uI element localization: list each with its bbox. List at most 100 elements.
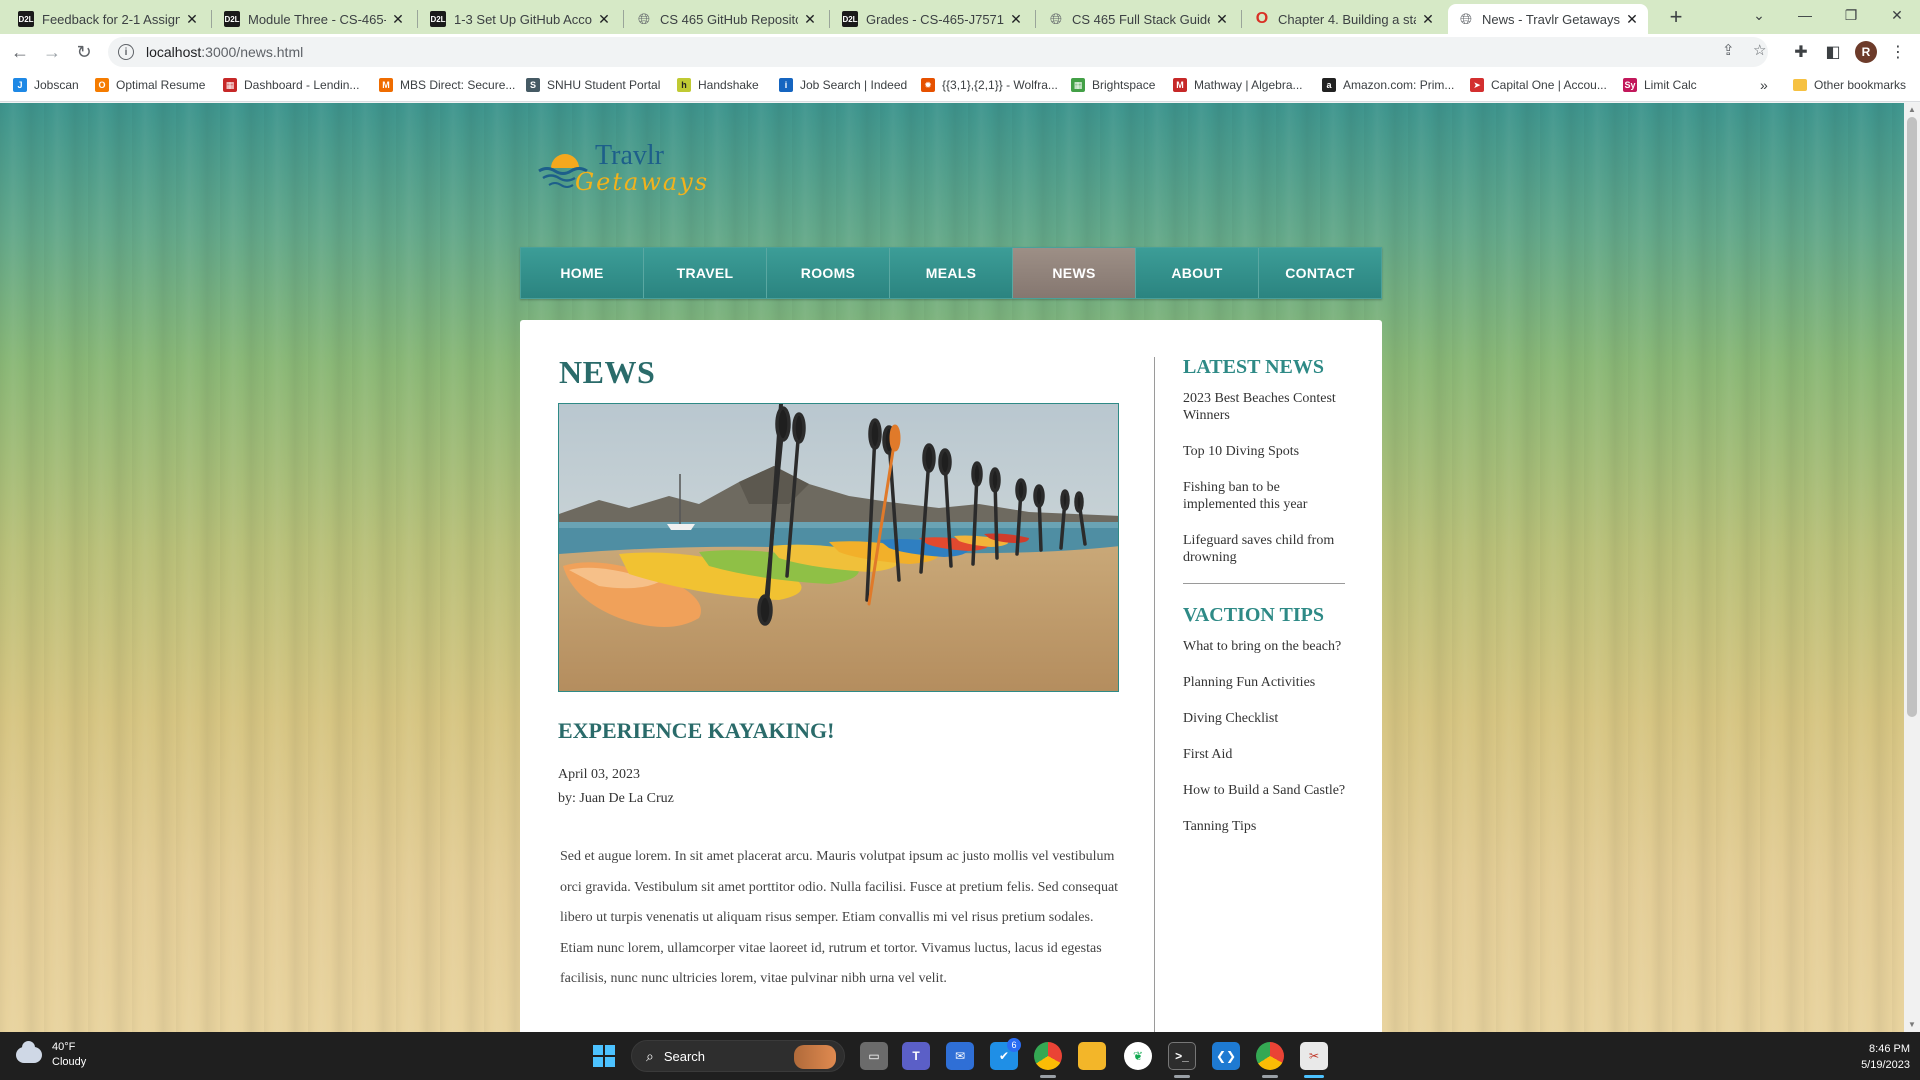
close-icon[interactable]: ✕ (1420, 11, 1436, 28)
bookmark-capital-one[interactable]: ➤ Capital One | Accou... (1470, 78, 1607, 92)
bookmark-dashboard[interactable]: ▦ Dashboard - Lendin... (223, 78, 359, 92)
sidebar-link-diving-spots[interactable]: Top 10 Diving Spots (1183, 443, 1353, 460)
active-indicator (1304, 1075, 1324, 1078)
main-nav: HOME TRAVEL ROOMS MEALS NEWS ABOUT CONTA… (520, 247, 1382, 299)
sidebar-link-sand-castle[interactable]: How to Build a Sand Castle? (1183, 782, 1353, 799)
info-icon[interactable]: i (118, 44, 134, 60)
d2l-icon: D2L (18, 11, 34, 27)
close-icon[interactable]: ✕ (802, 11, 818, 28)
bookmark-limit-calc[interactable]: Sy Limit Calc (1623, 78, 1697, 92)
vscode-icon[interactable]: ❮❯ (1212, 1042, 1240, 1070)
taskbar-search[interactable]: ⌕ Search (631, 1040, 845, 1072)
system-clock[interactable]: 8:46 PM 5/19/2023 (1830, 1041, 1910, 1073)
snipping-tool-icon[interactable]: ✂ (1300, 1042, 1328, 1070)
globe-icon: 🌐︎ (637, 10, 650, 28)
nav-home[interactable]: HOME (521, 248, 644, 298)
share-icon[interactable]: ⇪ (1722, 41, 1735, 59)
tab-github-repo[interactable]: 🌐︎ CS 465 GitHub Repository ✕ (626, 4, 826, 34)
cloud-icon (16, 1041, 42, 1063)
task-view-icon[interactable]: ▭ (860, 1042, 888, 1070)
nav-rooms[interactable]: ROOMS (767, 248, 890, 298)
back-arrow-icon[interactable]: ← (6, 38, 34, 66)
sidebar-divider (1183, 583, 1345, 584)
bookmarks-bar: J Jobscan O Optimal Resume ▦ Dashboard - Le… (0, 70, 1920, 102)
page-title: NEWS (559, 354, 656, 390)
sidebar-link-best-beaches[interactable]: 2023 Best Beaches Contest Winners (1183, 390, 1353, 424)
nav-travel[interactable]: TRAVEL (644, 248, 767, 298)
close-icon[interactable]: ✕ (1214, 11, 1230, 28)
tab-title: Grades - CS-465-J7571 Full (866, 11, 1004, 27)
nav-meals[interactable]: MEALS (890, 248, 1013, 298)
sidebar-link-fishing-ban[interactable]: Fishing ban to be implemented this year (1183, 479, 1353, 513)
minimize-button[interactable]: — (1782, 0, 1828, 30)
forward-arrow-icon[interactable]: → (38, 38, 66, 66)
tab-title: Module Three - CS-465-J7571 (248, 11, 386, 27)
address-bar[interactable]: i localhost:3000/news.html (108, 37, 1768, 67)
sidebar-link-diving-checklist[interactable]: Diving Checklist (1183, 710, 1353, 727)
tab-full-stack-guide[interactable]: 🌐︎ CS 465 Full Stack Guide ✕ (1038, 4, 1238, 34)
latest-news-heading: LATEST NEWS (1183, 356, 1324, 378)
article-date: April 03, 2023 (558, 767, 641, 782)
mongodb-icon[interactable]: ❦ (1124, 1042, 1152, 1070)
other-bookmarks[interactable]: Other bookmarks (1793, 78, 1906, 92)
bookmark-mathway[interactable]: M Mathway | Algebra... (1173, 78, 1303, 92)
tab-github-setup[interactable]: D2L 1-3 Set Up GitHub Account ✕ (420, 4, 620, 34)
file-explorer-icon[interactable] (1078, 1042, 1106, 1070)
star-icon[interactable]: ☆ (1753, 41, 1766, 59)
bookmark-indeed[interactable]: i Job Search | Indeed (779, 78, 907, 92)
tab-module-three[interactable]: D2L Module Three - CS-465-J7571 ✕ (214, 4, 414, 34)
mail-icon[interactable]: ✉ (946, 1042, 974, 1070)
tab-feedback[interactable]: D2L Feedback for 2-1 Assignment ✕ (8, 4, 208, 34)
sidebar-link-beach-items[interactable]: What to bring on the beach? (1183, 638, 1353, 655)
scroll-down-icon[interactable]: ▼ (1904, 1018, 1920, 1032)
bookmark-snhu-portal[interactable]: S SNHU Student Portal (526, 78, 660, 92)
nav-news[interactable]: NEWS (1013, 248, 1136, 298)
avatar[interactable]: R (1855, 41, 1877, 63)
menu-icon[interactable]: ⋮ (1884, 38, 1912, 66)
tab-grades[interactable]: D2L Grades - CS-465-J7571 Full ✕ (832, 4, 1032, 34)
bookmark-optimal-resume[interactable]: O Optimal Resume (95, 78, 205, 92)
nav-about[interactable]: ABOUT (1136, 248, 1259, 298)
tab-chapter-4[interactable]: O Chapter 4. Building a static ✕ (1244, 4, 1444, 34)
close-icon[interactable]: ✕ (1008, 11, 1024, 28)
nav-contact[interactable]: CONTACT (1259, 248, 1381, 298)
close-icon[interactable]: ✕ (390, 11, 406, 28)
capital-one-icon: ➤ (1470, 78, 1484, 92)
bookmark-wolfram[interactable]: ✹ {{3,1},{2,1}} - Wolfra... (921, 78, 1058, 92)
sidebar-link-lifeguard[interactable]: Lifeguard saves child from drowning (1183, 532, 1353, 566)
chrome-icon[interactable] (1034, 1042, 1062, 1070)
weather-widget[interactable]: 40°F Cloudy (16, 1040, 86, 1070)
teams-icon[interactable]: T (902, 1042, 930, 1070)
bookmark-jobscan[interactable]: J Jobscan (13, 78, 79, 92)
terminal-icon[interactable]: >_ (1168, 1042, 1196, 1070)
chevron-down-icon[interactable]: ⌄ (1736, 0, 1782, 30)
scrollbar-thumb[interactable] (1907, 117, 1917, 717)
page-scrollbar[interactable]: ▲ ▼ (1904, 103, 1920, 1032)
bookmark-handshake[interactable]: h Handshake (677, 78, 759, 92)
site-logo[interactable]: Travlr Getaways (533, 138, 713, 198)
chrome-profile-icon[interactable] (1256, 1042, 1284, 1070)
extensions-icon[interactable]: ✚ (1787, 38, 1815, 66)
close-icon[interactable]: ✕ (596, 11, 612, 28)
d2l-icon: D2L (430, 11, 446, 27)
more-bookmarks-icon[interactable]: » (1760, 77, 1768, 93)
article-author: by: Juan De La Cruz (558, 791, 674, 806)
new-tab-button[interactable]: + (1662, 6, 1690, 30)
sidebar-link-tanning-tips[interactable]: Tanning Tips (1183, 818, 1353, 835)
restore-button[interactable]: ❐ (1828, 0, 1874, 30)
start-button[interactable] (593, 1045, 615, 1067)
page-viewport: Travlr Getaways HOME TRAVEL ROOMS MEALS … (0, 103, 1904, 1032)
close-window-button[interactable]: ✕ (1874, 0, 1920, 30)
bookmark-mbs-direct[interactable]: M MBS Direct: Secure... (379, 78, 515, 92)
scroll-up-icon[interactable]: ▲ (1904, 103, 1920, 117)
bookmark-amazon[interactable]: a Amazon.com: Prim... (1322, 78, 1454, 92)
close-icon[interactable]: ✕ (184, 11, 200, 28)
sidebar-link-first-aid[interactable]: First Aid (1183, 746, 1353, 763)
side-panel-icon[interactable]: ◧ (1819, 38, 1847, 66)
sidebar-link-activities[interactable]: Planning Fun Activities (1183, 674, 1353, 691)
article-headline[interactable]: EXPERIENCE KAYAKING! (558, 718, 834, 744)
bookmark-brightspace[interactable]: ▦ Brightspace (1071, 78, 1155, 92)
reload-icon[interactable]: ↻ (70, 38, 98, 66)
close-icon[interactable]: ✕ (1624, 11, 1640, 28)
tab-news-active[interactable]: 🌐︎ News - Travlr Getaways We ✕ (1448, 4, 1648, 34)
